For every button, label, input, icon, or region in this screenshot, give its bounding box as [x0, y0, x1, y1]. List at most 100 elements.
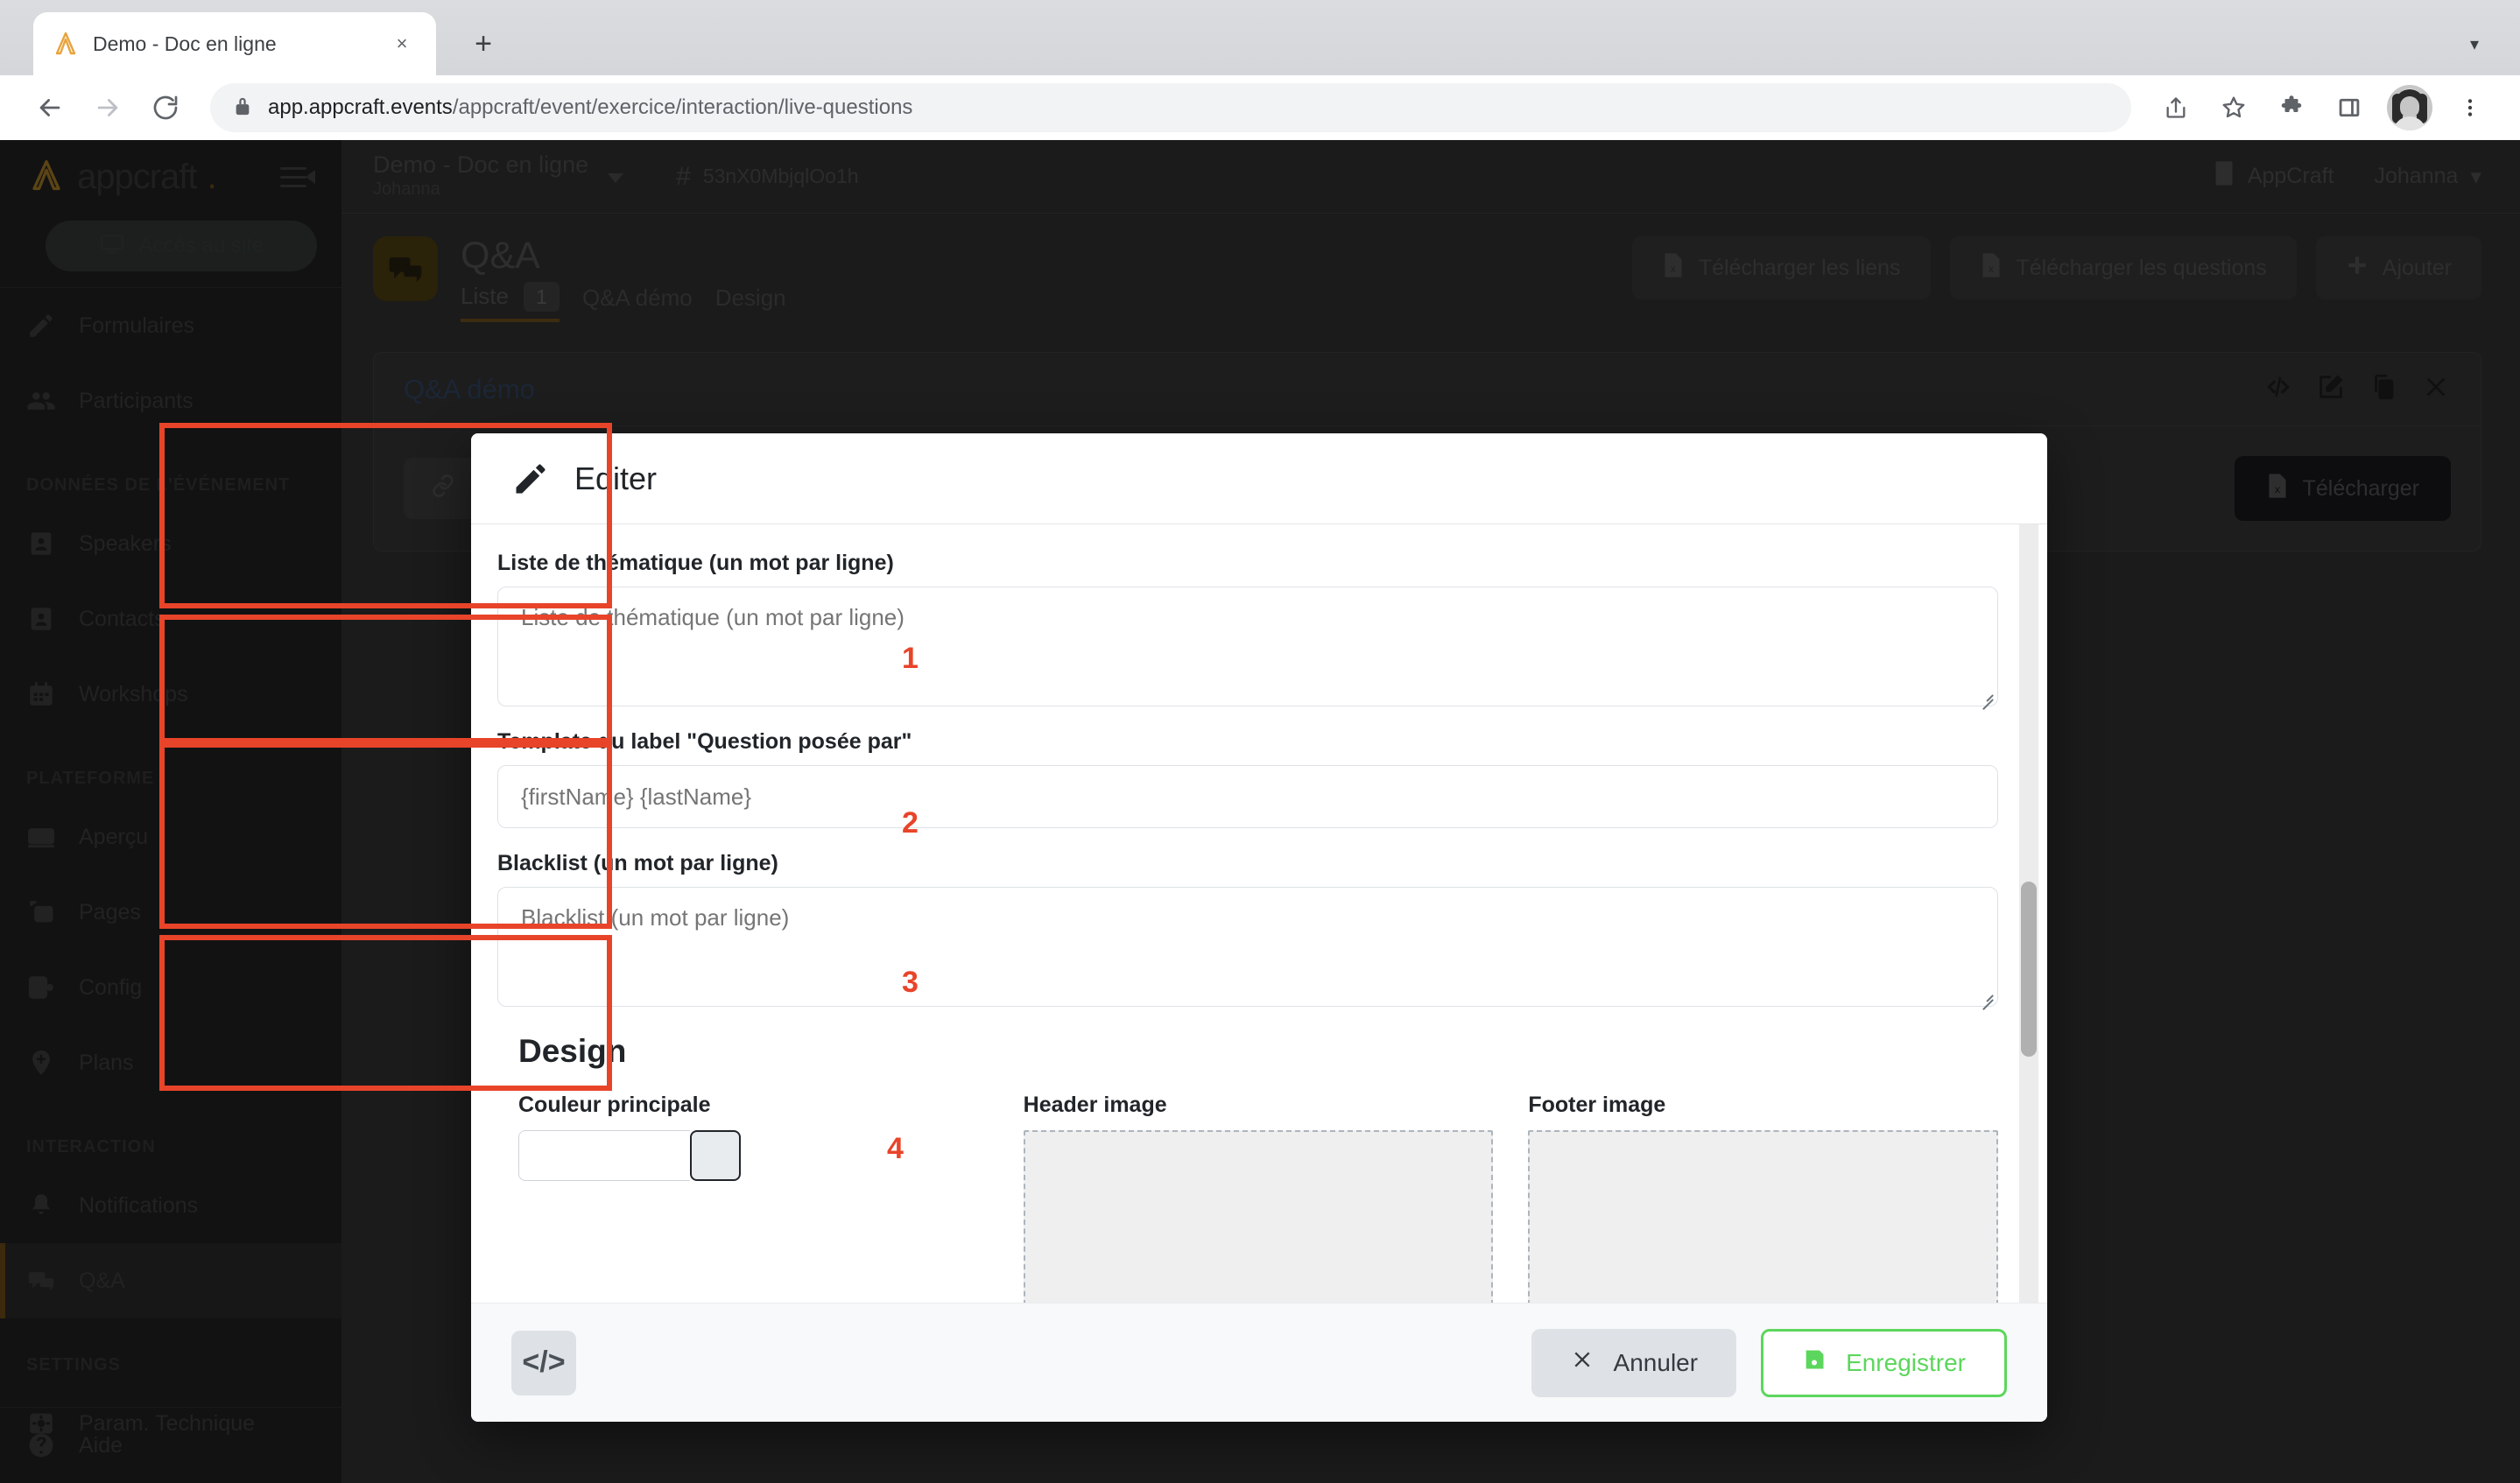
- topbar-right: AppCraft Johanna ▾: [2213, 160, 2520, 193]
- add-label: Ajouter: [2383, 256, 2452, 281]
- new-tab-button[interactable]: +: [461, 21, 506, 67]
- sidebar-item-plans[interactable]: Plans: [0, 1025, 341, 1100]
- address-bar-text: app.appcraft.events/appcraft/event/exerc…: [268, 95, 912, 120]
- sidebar-item-workshops[interactable]: Workshops: [0, 657, 341, 732]
- sidebar-item-label: Config: [79, 975, 142, 1001]
- monitor-icon: [99, 230, 125, 263]
- side-panel-icon[interactable]: [2322, 81, 2376, 135]
- close-icon[interactable]: ×: [387, 29, 417, 59]
- tab-design[interactable]: Design: [715, 285, 786, 320]
- help-icon: [26, 1430, 56, 1460]
- hash-icon: #: [676, 162, 691, 192]
- excel-icon: x: [1662, 252, 1685, 285]
- avatar[interactable]: [2387, 85, 2432, 130]
- brand-name: appcraft: [77, 158, 197, 197]
- reload-icon[interactable]: [138, 81, 193, 135]
- template-label: Template du label "Question posée par": [497, 729, 1998, 755]
- sidebar-section-settings: SETTINGS: [0, 1318, 341, 1386]
- page-header: Q&A Liste 1 Q&A démo Design x: [341, 214, 2520, 322]
- sidebar-item-aide[interactable]: Aide: [0, 1408, 341, 1483]
- share-icon[interactable]: [2149, 81, 2203, 135]
- organization-selector[interactable]: AppCraft: [2213, 160, 2334, 193]
- event-selector[interactable]: Demo - Doc en ligne Johanna: [373, 152, 588, 201]
- modal-scrollbar-thumb[interactable]: [2021, 882, 2037, 1057]
- pencil-icon: [26, 311, 56, 341]
- blacklist-label: Blacklist (un mot par ligne): [497, 851, 1998, 876]
- sidebar-item-qa[interactable]: Q&A: [0, 1243, 341, 1318]
- thematique-field: Liste de thématique (un mot par ligne): [497, 551, 1998, 706]
- sidebar-footer: Aide: [0, 1407, 341, 1483]
- url-host: app.appcraft.events: [268, 95, 453, 119]
- save-icon: [1802, 1347, 1827, 1378]
- template-input[interactable]: [497, 765, 1998, 828]
- sidebar-collapse-icon[interactable]: [280, 164, 315, 190]
- chrome-menu-icon[interactable]: [2443, 81, 2497, 135]
- download-button[interactable]: x Télécharger: [2235, 456, 2451, 521]
- footer-image-dropzone[interactable]: [1528, 1130, 1998, 1303]
- code-icon[interactable]: [2263, 372, 2293, 406]
- sidebar-item-label: Notifications: [79, 1193, 198, 1219]
- edit-modal: Editer Liste de thématique (un mot par l…: [471, 433, 2047, 1422]
- blacklist-textarea[interactable]: [497, 887, 1998, 1007]
- main-color-field: Couleur principale: [518, 1093, 989, 1303]
- modal-header: Editer: [471, 433, 2047, 524]
- page-tabs: Liste 1 Q&A démo Design: [461, 283, 786, 322]
- extensions-puzzle-icon[interactable]: [2264, 81, 2319, 135]
- toolbar-actions: [2149, 81, 2497, 135]
- design-section-title: Design: [518, 1033, 1998, 1070]
- chevron-down-icon[interactable]: [608, 173, 623, 183]
- sidebar-item-speakers[interactable]: Speakers: [0, 506, 341, 581]
- access-site-button[interactable]: Accès au site: [46, 221, 317, 271]
- sidebar-item-participants[interactable]: Participants: [0, 363, 341, 439]
- color-input[interactable]: [518, 1130, 690, 1181]
- edit-icon[interactable]: [2316, 372, 2346, 406]
- user-label: Johanna: [2375, 164, 2459, 189]
- color-picker[interactable]: [518, 1130, 989, 1181]
- excel-icon: x: [1980, 252, 2003, 285]
- tab-liste[interactable]: Liste 1: [461, 283, 560, 322]
- color-swatch[interactable]: [690, 1130, 741, 1181]
- blacklist-field: Blacklist (un mot par ligne): [497, 851, 1998, 1007]
- browser-toolbar: app.appcraft.events/appcraft/event/exerc…: [0, 75, 2520, 140]
- close-icon[interactable]: [2421, 372, 2451, 406]
- sidebar-item-label: Formulaires: [79, 313, 194, 339]
- tab-qa-demo[interactable]: Q&A démo: [582, 285, 693, 320]
- bell-icon: [26, 1191, 56, 1220]
- back-icon[interactable]: [23, 81, 77, 135]
- modal-footer: </> Annuler Enregistrer: [471, 1303, 2047, 1422]
- footer-image-field: Footer image: [1528, 1093, 1998, 1303]
- sidebar-item-formulaires[interactable]: Formulaires: [0, 288, 341, 363]
- thematique-textarea[interactable]: [497, 587, 1998, 706]
- sidebar-item-config[interactable]: Config: [0, 950, 341, 1025]
- chevron-down-icon[interactable]: ▾: [2452, 21, 2497, 67]
- copy-icon[interactable]: [2369, 372, 2398, 406]
- sidebar: appcraft . Accès au site Formulaires: [0, 140, 341, 1483]
- cancel-button[interactable]: Annuler: [1531, 1329, 1737, 1397]
- sidebar-item-apercu[interactable]: Aperçu: [0, 799, 341, 875]
- close-icon: [1570, 1347, 1594, 1378]
- download-questions-button[interactable]: x Télécharger les questions: [1950, 236, 2297, 299]
- browser-tab[interactable]: Demo - Doc en ligne ×: [33, 12, 436, 75]
- chevron-down-icon: ▾: [2470, 164, 2481, 190]
- browser-tabstrip: Demo - Doc en ligne × + ▾: [0, 0, 2520, 75]
- svg-text:x: x: [2275, 483, 2280, 496]
- header-image-dropzone[interactable]: [1024, 1130, 1494, 1303]
- link-icon: [430, 473, 456, 505]
- user-menu[interactable]: Johanna ▾: [2375, 164, 2482, 190]
- sidebar-item-label: Workshops: [79, 682, 188, 707]
- forward-icon[interactable]: [81, 81, 135, 135]
- add-button[interactable]: Ajouter: [2316, 236, 2481, 299]
- download-links-button[interactable]: x Télécharger les liens: [1632, 236, 1931, 299]
- bookmark-star-icon[interactable]: [2207, 81, 2261, 135]
- sidebar-item-notifications[interactable]: Notifications: [0, 1168, 341, 1243]
- save-button[interactable]: Enregistrer: [1761, 1329, 2007, 1397]
- download-links-label: Télécharger les liens: [1699, 256, 1901, 281]
- sidebar-item-pages[interactable]: Pages: [0, 875, 341, 950]
- appcraft-favicon-icon: [53, 31, 79, 57]
- sidebar-item-contacts[interactable]: Contacts: [0, 581, 341, 657]
- code-view-button[interactable]: </>: [511, 1331, 576, 1395]
- page-icon-chat: [373, 236, 438, 301]
- svg-text:x: x: [1671, 263, 1676, 275]
- address-bar[interactable]: app.appcraft.events/appcraft/event/exerc…: [210, 83, 2131, 132]
- building-icon: [2213, 160, 2235, 193]
